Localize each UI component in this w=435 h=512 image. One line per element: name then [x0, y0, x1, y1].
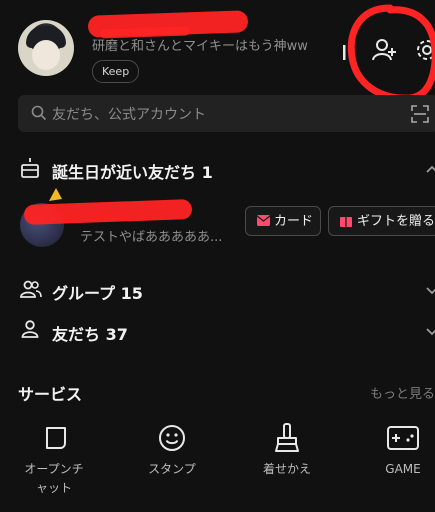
gift-icon	[340, 217, 352, 227]
envelope-icon	[257, 215, 270, 226]
friend-icon	[21, 320, 39, 338]
friend-name-redaction-scribble	[23, 199, 193, 225]
birthday-section-title: 誕生日が近い友だち 1	[52, 163, 213, 182]
search-icon	[31, 105, 47, 121]
red-circle-annotation	[347, 4, 435, 102]
service-themes[interactable]: 着せかえ	[251, 420, 323, 480]
chat-bubble-icon	[46, 427, 66, 449]
chevron-down-icon[interactable]	[425, 325, 435, 339]
friends-row[interactable]: 友だち 37	[52, 321, 128, 345]
chevron-up-icon[interactable]	[425, 162, 435, 176]
service-label-themes: 着せかえ	[262, 462, 311, 476]
service-label-game: GAME	[385, 462, 421, 476]
status-message[interactable]: 研磨と和さんとマイキーはもう神ww	[92, 35, 308, 54]
smiley-icon	[159, 425, 185, 451]
brush-icon	[275, 423, 299, 452]
gamepad-icon	[387, 426, 419, 450]
keep-button[interactable]: Keep	[92, 60, 140, 83]
groups-row[interactable]: グループ 15	[52, 280, 143, 304]
party-hat-icon	[49, 188, 62, 201]
service-open-chat[interactable]: オープンチ ャット	[18, 420, 90, 500]
services-title: サービス	[18, 385, 83, 404]
avatar-face	[32, 40, 60, 70]
group-icon	[20, 280, 42, 298]
service-stickers[interactable]: スタンプ	[136, 420, 208, 480]
qr-scan-icon[interactable]	[410, 104, 430, 124]
service-game[interactable]: GAME	[367, 420, 435, 480]
service-label-open-chat: オープンチ ャット	[24, 462, 84, 495]
cake-icon	[21, 158, 39, 178]
card-button-label: カード	[274, 214, 314, 229]
chevron-down-icon[interactable]	[425, 284, 435, 298]
friend-status-message: テストやばあああああ...	[80, 230, 223, 245]
service-label-stickers: スタンプ	[148, 462, 196, 476]
see-more-link[interactable]: もっと見る	[370, 383, 435, 402]
gift-button-label: ギフトを贈る	[357, 214, 435, 229]
profile-avatar[interactable]	[18, 20, 74, 76]
search-input[interactable]: 友だち、公式アカウント	[52, 104, 206, 124]
